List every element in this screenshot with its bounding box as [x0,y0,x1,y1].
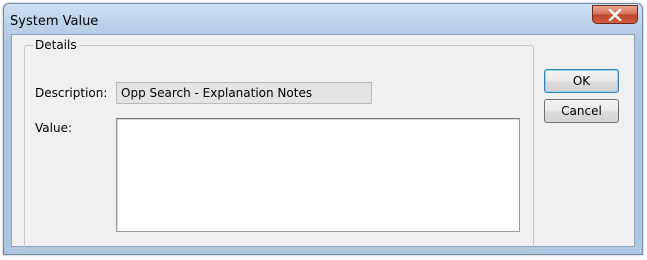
close-button[interactable] [592,5,638,24]
close-icon [608,8,622,21]
details-group: Details Description: Opp Search - Explan… [24,38,534,250]
description-field: Opp Search - Explanation Notes [116,82,372,104]
window-title: System Value [10,14,99,29]
value-textarea[interactable] [116,118,520,232]
details-group-label: Details [33,38,79,52]
dialog-window: System Value Details Description: Opp Se… [3,3,643,255]
description-label: Description: [35,86,108,100]
dialog-body: Details Description: Opp Search - Explan… [11,34,635,250]
title-bar[interactable]: System Value [4,4,642,38]
value-label: Value: [35,121,72,135]
cancel-button[interactable]: Cancel [544,99,619,123]
ok-button[interactable]: OK [544,69,619,93]
